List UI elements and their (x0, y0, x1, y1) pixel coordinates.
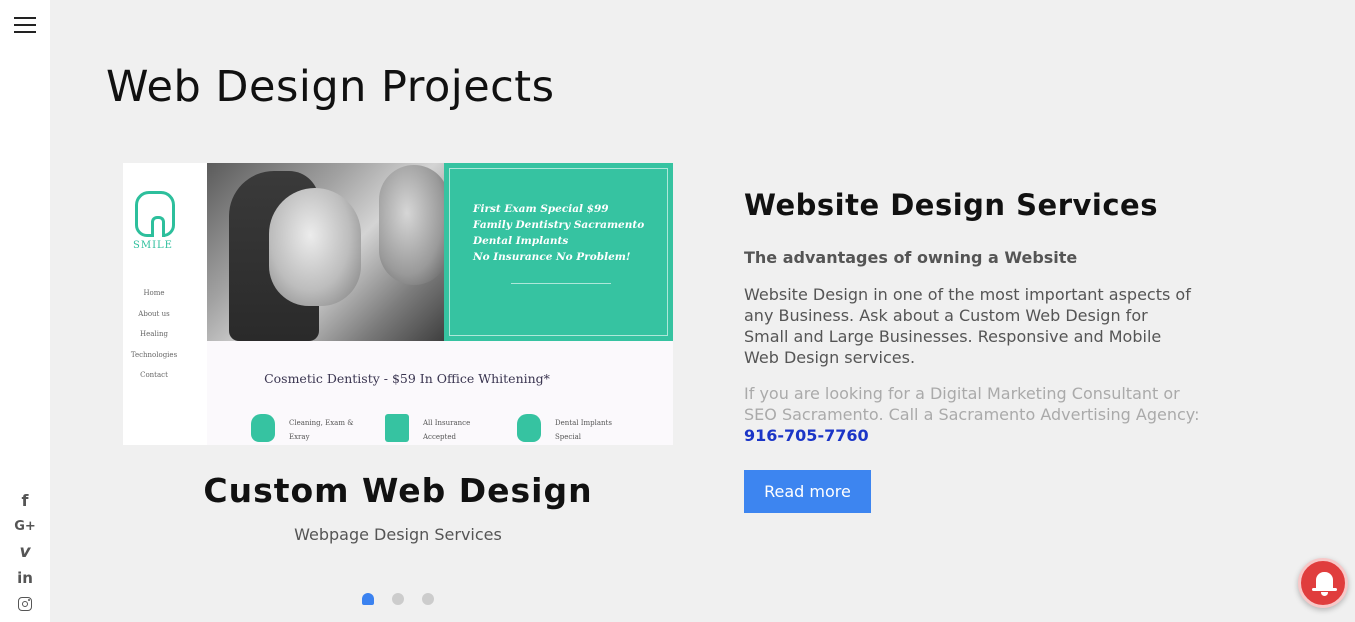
preview-logo-text: SMILE (133, 240, 173, 251)
tooth-logo-icon (135, 191, 175, 237)
page-title: Web Design Projects (106, 62, 555, 112)
advantages-heading: The advantages of owning a Website (744, 248, 1078, 267)
service-line: Accepted (423, 433, 456, 441)
preview-cosmetic-line: Cosmetic Dentisty - $59 In Office Whiten… (264, 371, 550, 386)
promo-line: First Exam Special $99 (473, 203, 609, 215)
preview-nav: Home About us Healing Technologies Conta… (123, 283, 185, 386)
photo-woman (269, 188, 361, 306)
services-title: Website Design Services (744, 188, 1158, 222)
preview-lower-section: Cosmetic Dentisty - $59 In Office Whiten… (207, 341, 673, 445)
consult-paragraph: If you are looking for a Digital Marketi… (744, 383, 1204, 446)
linkedin-icon[interactable]: in (0, 565, 50, 591)
carousel-dot[interactable] (422, 593, 434, 605)
carousel-dot-active[interactable] (362, 593, 374, 605)
preview-nav-item: Contact (140, 371, 168, 379)
promo-divider (511, 283, 611, 284)
promo-line: Family Dentistry Sacramento (473, 219, 645, 231)
preview-sidebar: SMILE Home About us Healing Technologies… (123, 163, 207, 445)
photo-man (379, 165, 449, 285)
preview-promo-panel: First Exam Special $99 Family Dentistry … (444, 163, 673, 341)
social-links: f G+ v in (0, 487, 50, 617)
preview-service-text: All Insurance Accepted (423, 416, 470, 444)
promo-line: Dental Implants (473, 235, 569, 247)
preview-couple-photo (207, 163, 449, 341)
preview-service-text: Dental Implants Special (555, 416, 612, 444)
hamburger-bar (14, 17, 36, 19)
service-line: Exray (289, 433, 310, 441)
service-line: All Insurance (423, 419, 471, 427)
instagram-glyph (18, 597, 32, 611)
facebook-icon[interactable]: f (0, 487, 50, 513)
phone-link[interactable]: 916-705-7760 (744, 425, 1204, 446)
read-more-button[interactable]: Read more (744, 470, 871, 513)
preview-nav-item: Home (143, 289, 165, 297)
promo-line: No Insurance No Problem! (473, 251, 631, 263)
preview-nav-item: About us (138, 309, 170, 318)
insurance-card-icon (385, 414, 409, 442)
bell-icon-clapper (1321, 592, 1328, 596)
service-line: Special (555, 433, 581, 441)
promo-text: First Exam Special $99 Family Dentistry … (473, 201, 644, 265)
hamburger-menu-icon[interactable] (14, 17, 36, 33)
project-title: Custom Web Design (203, 471, 593, 510)
instagram-icon[interactable] (0, 591, 50, 617)
notification-bell-button[interactable] (1298, 558, 1348, 608)
vimeo-icon[interactable]: v (0, 539, 50, 565)
preview-nav-item: Technologies (130, 350, 178, 359)
google-plus-icon[interactable]: G+ (0, 513, 50, 539)
services-description: Website Design in one of the most import… (744, 285, 1191, 367)
service-line: Dental Implants (555, 419, 612, 427)
hamburger-bar (14, 31, 36, 33)
left-sidebar: f G+ v in (0, 0, 50, 622)
tooth-service-icon (251, 414, 275, 442)
preview-nav-item: Healing (140, 330, 168, 338)
preview-service-text: Cleaning, Exam & Exray (289, 416, 353, 444)
tooth-implant-icon (517, 414, 541, 442)
project-subtitle: Webpage Design Services (294, 525, 502, 544)
hamburger-bar (14, 24, 36, 26)
service-line: Cleaning, Exam & (289, 419, 354, 427)
carousel-dot[interactable] (392, 593, 404, 605)
project-preview-image[interactable]: SMILE Home About us Healing Technologies… (123, 163, 673, 445)
bell-icon-base (1312, 588, 1337, 591)
consult-text: If you are looking for a Digital Marketi… (744, 384, 1200, 424)
